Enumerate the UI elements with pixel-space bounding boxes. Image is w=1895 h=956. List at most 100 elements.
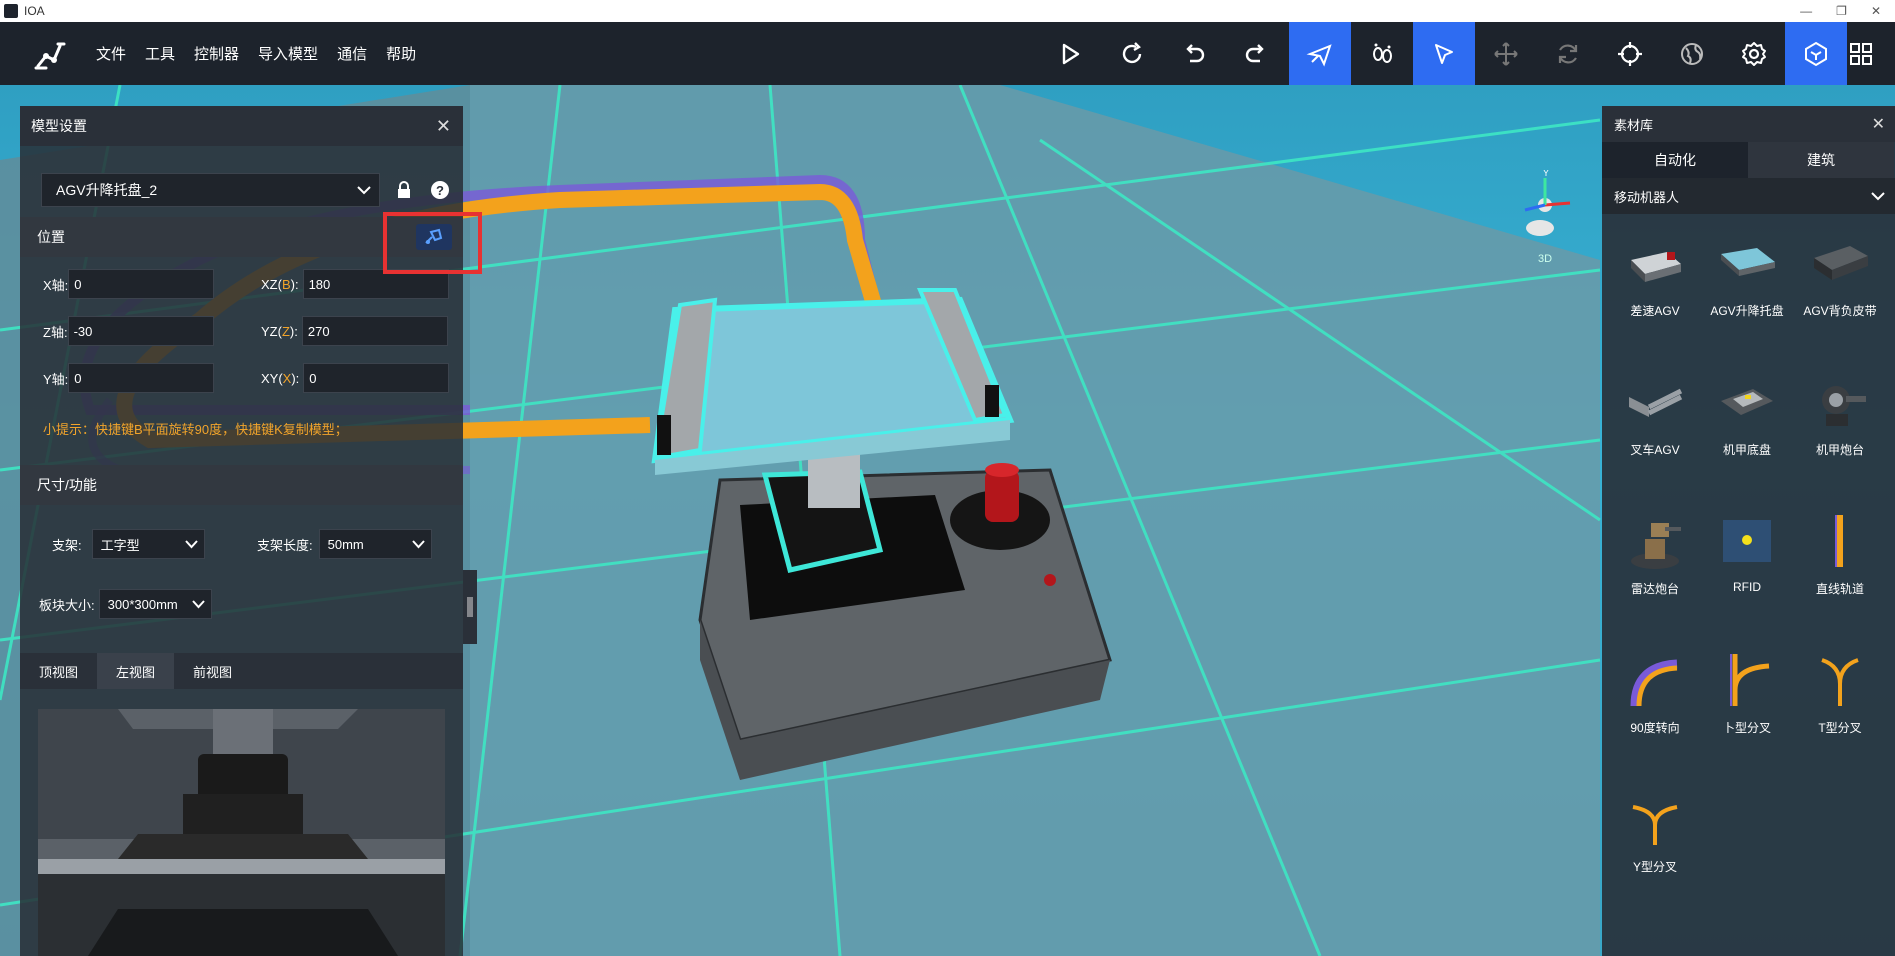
tab-architecture[interactable]: 建筑 [1748,142,1894,178]
window-titlebar: IOA — ❐ ✕ [0,0,1895,22]
close-icon[interactable]: ✕ [436,116,451,137]
stand-value: 工字型 [100,537,140,553]
model-preview[interactable] [38,709,445,956]
asset-straight-track[interactable]: 直线轨道 [1795,506,1885,597]
lock-icon[interactable] [392,178,416,202]
asset-diff-agv[interactable]: 差速AGV [1610,228,1700,319]
z-axis-label: Z轴: [43,324,68,340]
asset-90-turn[interactable]: 90度转向 [1610,645,1700,736]
stand-select[interactable]: 工字型 [91,529,205,559]
mecha-chassis-icon [1712,367,1782,437]
fly-icon[interactable] [1289,22,1351,85]
highlight-box [383,212,482,274]
chevron-down-icon [184,537,198,552]
rotate-icon[interactable] [1537,22,1599,85]
focus-icon[interactable] [1599,22,1661,85]
close-window-button[interactable]: ✕ [1871,4,1881,18]
select-icon[interactable] [1413,22,1475,85]
x-axis-input[interactable]: 0 [68,269,215,299]
menu-import-model[interactable]: 导入模型 [258,43,318,64]
plate-size-select[interactable]: 300*300mm [98,589,212,619]
minimize-button[interactable]: — [1800,4,1812,18]
gear-icon[interactable] [1723,22,1785,85]
agv-lift-tray-icon [1712,228,1782,298]
asset-forklift-agv[interactable]: 叉车AGV [1610,367,1700,458]
xy-rotation-label: XY(X): [261,370,300,386]
forklift-agv-icon [1620,367,1690,437]
robot-arm-logo-icon [28,34,72,74]
view-mode-label: 3D [1537,253,1553,265]
agv-belt-icon [1805,228,1875,298]
category-title: 移动机器人 [1614,189,1680,205]
menu-communication[interactable]: 通信 [337,43,367,64]
y-axis-input[interactable]: 0 [68,363,215,393]
move-icon[interactable] [1475,22,1537,85]
diff-agv-icon [1620,228,1690,298]
model-name: AGV升降托盘_2 [56,182,158,198]
yz-rotation-label: YZ(Z): [261,323,298,339]
menu-controller[interactable]: 控制器 [194,43,239,64]
menu-tools[interactable]: 工具 [145,43,175,64]
walk-icon[interactable] [1351,22,1413,85]
mecha-turret-icon [1805,367,1875,437]
x-axis-label: X轴: [43,277,69,293]
app-icon [4,4,18,18]
y-branch-icon [1620,784,1690,854]
grid-icon[interactable] [1847,22,1895,85]
axis-y-label: Y [1543,170,1549,178]
close-icon[interactable]: ✕ [1872,114,1885,134]
tab-front-view[interactable]: 前视图 [174,653,251,689]
help-icon[interactable]: ? [428,178,452,202]
stand-length-select[interactable]: 50mm [318,529,432,559]
play-icon[interactable] [1039,22,1101,85]
t-branch-icon [1805,645,1875,715]
plate-size-label: 板块大小: [39,597,95,613]
view-tabs: 顶视图 左视图 前视图 [20,653,463,689]
undo-icon[interactable] [1163,22,1225,85]
asset-mecha-chassis[interactable]: 机甲底盘 [1702,367,1792,458]
rfid-icon [1712,506,1782,576]
globe-icon[interactable] [1661,22,1723,85]
category-header[interactable]: 移动机器人 [1602,178,1895,214]
shortcut-hint: 小提示：快捷键B平面旋转90度，快捷键K复制模型； [43,422,348,437]
menu-file[interactable]: 文件 [96,43,126,64]
cube-icon[interactable] [1785,22,1847,85]
panel-title: 模型设置 [31,118,87,134]
redo-icon[interactable] [1225,22,1287,85]
chevron-down-icon [191,597,205,612]
asset-bu-branch[interactable]: 卜型分叉 [1702,645,1792,736]
yz-rotation-input[interactable]: 270 [301,316,448,346]
chevron-down-icon [357,182,371,198]
asset-t-branch[interactable]: T型分叉 [1795,645,1885,736]
restore-button[interactable]: ❐ [1836,4,1847,18]
bu-branch-icon [1712,645,1782,715]
menu-help[interactable]: 帮助 [386,43,416,64]
asset-library-panel: 素材库 ✕ 自动化 建筑 移动机器人 差速AGV AGV升降托盘 AGV背负皮带… [1602,106,1895,956]
turn-90-icon [1620,645,1690,715]
chevron-down-icon [411,537,425,552]
asset-agv-belt[interactable]: AGV背负皮带 [1795,228,1885,319]
straight-track-icon [1805,506,1875,576]
tab-automation[interactable]: 自动化 [1602,142,1748,178]
svg-text:?: ? [436,183,444,198]
asset-radar-turret[interactable]: 雷达炮台 [1610,506,1700,597]
asset-agv-lift-tray[interactable]: AGV升降托盘 [1702,228,1792,319]
size-section-title: 尺寸/功能 [20,465,463,505]
xy-rotation-input[interactable]: 0 [303,363,450,393]
refresh-icon[interactable] [1101,22,1163,85]
axis-gizmo[interactable]: Y 3D [1510,168,1580,270]
panel-splitter-handle[interactable] [463,570,477,644]
asset-rfid[interactable]: RFID [1702,506,1792,594]
tab-top-view[interactable]: 顶视图 [20,653,97,689]
y-axis-label: Y轴: [43,371,69,387]
z-axis-input[interactable]: -30 [67,316,214,346]
window-title: IOA [24,4,45,18]
xz-rotation-label: XZ(B): [261,276,299,292]
model-select[interactable]: AGV升降托盘_2 [41,173,380,207]
asset-y-branch[interactable]: Y型分叉 [1610,784,1700,875]
tab-left-view[interactable]: 左视图 [97,653,175,689]
asset-mecha-turret[interactable]: 机甲炮台 [1795,367,1885,458]
stand-length-label: 支架长度: [257,537,313,553]
chevron-down-icon [1871,189,1885,204]
plate-size-value: 300*300mm [107,596,178,612]
